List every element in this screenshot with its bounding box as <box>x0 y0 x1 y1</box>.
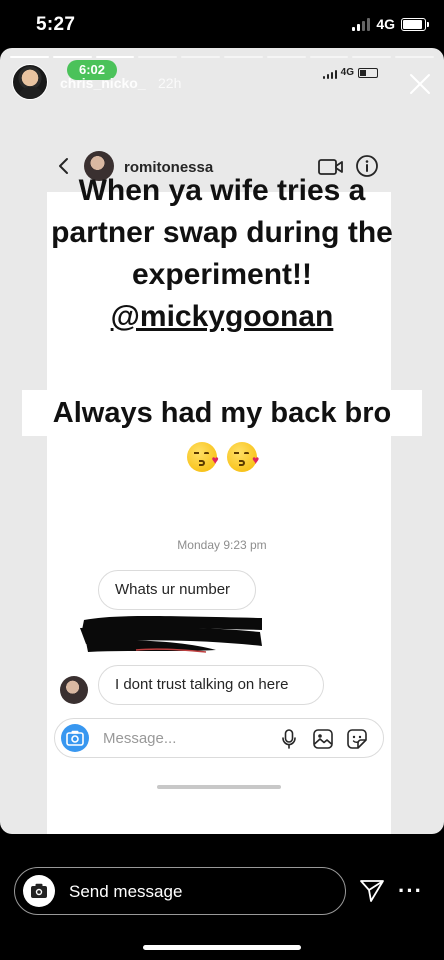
battery-icon <box>401 17 429 31</box>
gallery-icon[interactable] <box>311 727 335 751</box>
status-time: 5:27 <box>36 14 76 35</box>
message-bubble: I dont trust talking on here <box>98 665 324 705</box>
camera-icon <box>66 730 84 746</box>
story-username[interactable]: chris_nicko_ <box>60 75 146 91</box>
microphone-icon[interactable] <box>277 727 301 751</box>
progress-segment <box>309 56 349 58</box>
progress-segment <box>352 56 392 58</box>
mention-link[interactable]: @mickygoonan <box>0 296 444 338</box>
signal-icon <box>322 66 337 79</box>
reply-camera-button[interactable] <box>23 875 55 907</box>
sender-avatar <box>60 676 88 704</box>
message-bubble: Whats ur number <box>98 570 256 610</box>
signal-icon <box>352 17 371 31</box>
progress-segment <box>138 56 178 58</box>
avatar[interactable] <box>12 64 48 100</box>
progress-segment <box>266 56 306 58</box>
story-time-ago: 22h <box>158 75 182 91</box>
status-indicators: 4G <box>352 16 429 32</box>
network-label: 4G <box>376 16 395 32</box>
camera-button[interactable] <box>61 724 89 752</box>
caption-line: partner swap during the <box>51 216 393 249</box>
redaction-scribble <box>80 616 262 653</box>
send-icon[interactable] <box>358 877 386 905</box>
emoji-row: ♥ ♥ <box>0 442 444 477</box>
progress-segment <box>223 56 263 58</box>
inner-home-indicator <box>157 785 281 789</box>
camera-icon <box>31 883 47 898</box>
kissing-face-emoji: ♥ <box>186 442 219 472</box>
progress-segment <box>95 56 135 58</box>
home-indicator <box>143 945 301 950</box>
progress-segment <box>395 56 434 58</box>
story-caption: When ya wife tries a partner swap during… <box>0 170 444 338</box>
progress-segment <box>52 56 92 58</box>
message-timestamp: Monday 9:23 pm <box>177 538 267 552</box>
more-icon[interactable]: ··· <box>398 880 423 902</box>
battery-icon <box>358 67 378 78</box>
story-caption-secondary: Always had my back bro <box>22 390 422 436</box>
story-progress-bar <box>10 56 434 58</box>
kissing-face-emoji: ♥ <box>227 442 259 472</box>
send-message-input[interactable]: Send message <box>69 882 182 902</box>
progress-segment <box>181 56 220 58</box>
inner-status-indicators: 4G <box>322 66 378 79</box>
inner-network-label: 4G <box>340 67 354 78</box>
caption-line: When ya wife tries a <box>78 174 366 207</box>
reply-bar[interactable]: Send message <box>14 867 346 915</box>
progress-segment <box>10 56 49 58</box>
story-viewer[interactable]: 6:02 chris_nicko_ 22h 4G romitonessa <box>0 48 444 834</box>
caption-line: experiment!! <box>131 258 313 291</box>
sticker-icon[interactable] <box>345 727 369 751</box>
close-icon[interactable] <box>406 70 434 98</box>
message-composer[interactable]: Message... <box>54 718 384 758</box>
status-bar: 5:27 4G <box>0 0 444 48</box>
message-input-placeholder[interactable]: Message... <box>103 730 176 747</box>
